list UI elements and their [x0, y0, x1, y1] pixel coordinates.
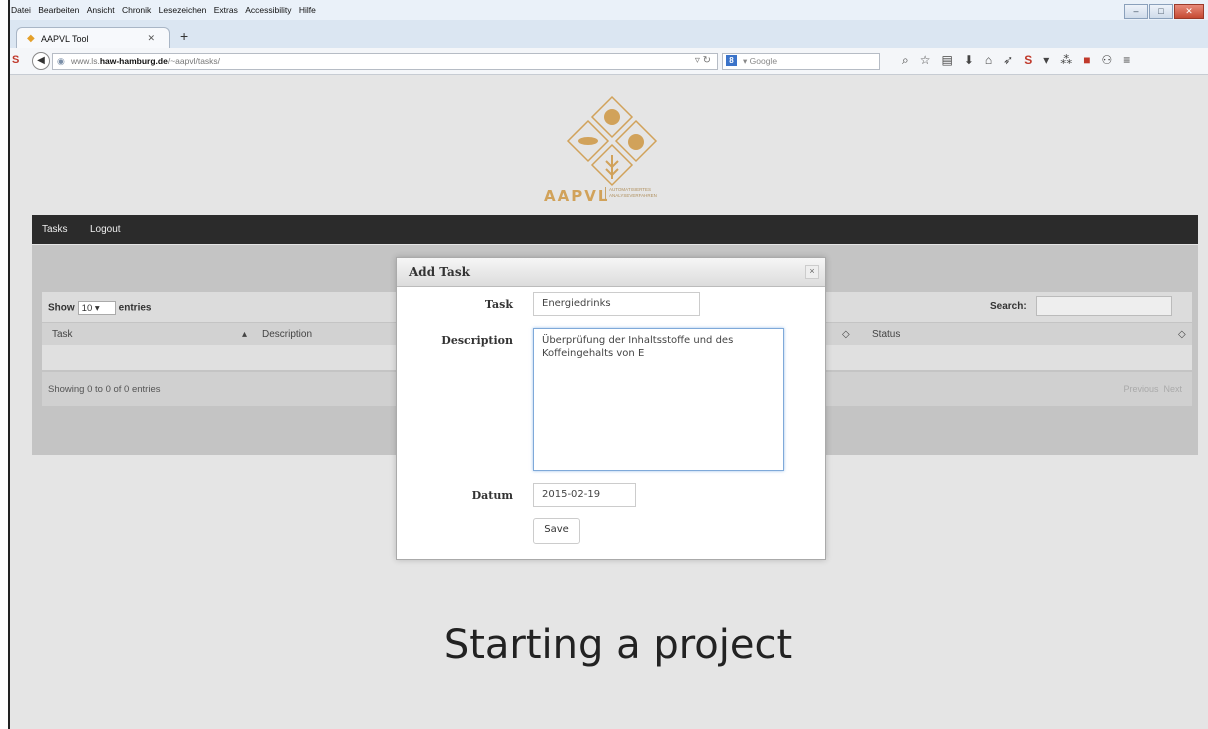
tab-close-icon[interactable]: ✕ [147, 33, 155, 44]
logo-subtitle: AUTOMATISIERTES ANALYSEVERFAHREN [605, 187, 679, 199]
google-icon: 8 [726, 55, 737, 66]
search-label: Search: [990, 301, 1027, 312]
tab-favicon-icon: ◆ [27, 33, 35, 44]
menu-bearbeiten[interactable]: Bearbeiten [35, 0, 81, 15]
left-border [0, 0, 10, 729]
window-controls: – □ ✕ [1124, 4, 1204, 19]
home-icon[interactable]: ⌂ [985, 53, 992, 68]
menu-ansicht[interactable]: Ansicht [84, 0, 117, 15]
logo-wordmark: AAPVL [544, 187, 610, 205]
menu-hilfe[interactable]: Hilfe [296, 0, 318, 15]
browser-search-box[interactable]: 8 ▾ Google [722, 53, 880, 70]
menu-lesezeichen[interactable]: Lesezeichen [156, 0, 209, 15]
datum-input[interactable]: 2015-02-19 [533, 483, 636, 507]
column-task[interactable]: Task [52, 329, 73, 340]
column-status[interactable]: Status [872, 329, 900, 340]
addon-s-red-icon[interactable]: S [1024, 53, 1032, 68]
maximize-icon[interactable]: □ [1149, 4, 1173, 19]
reading-list-icon[interactable]: ▤ [942, 53, 953, 68]
toolbar-icons: ⌕ ☆ ▤ ⬇ ⌂ ➶ S ▾ ⁂ ■ ⚇ ≡ [902, 53, 1130, 68]
table-search-input[interactable] [1036, 296, 1172, 316]
search-placeholder: ▾ Google [743, 56, 778, 66]
tab-title: AAPVL Tool [41, 34, 89, 44]
caption-text: Starting a project [443, 622, 793, 668]
browser-nav-bar: S ◀ ◉ www.ls.haw-hamburg.de/~aapvl/tasks… [8, 48, 1208, 75]
red-square-icon[interactable]: ■ [1083, 53, 1090, 68]
add-task-dialog: Add Task × Task Energiedrinks Descriptio… [396, 257, 826, 560]
task-label: Task [484, 298, 513, 311]
url-bar[interactable]: ◉ www.ls.haw-hamburg.de/~aapvl/tasks/ ▿ … [52, 53, 718, 70]
datum-label: Datum [471, 489, 513, 502]
search-icon[interactable]: ⌕ [902, 53, 909, 68]
back-arrow-icon[interactable]: ◀ [32, 52, 50, 70]
menu-extras[interactable]: Extras [211, 0, 240, 15]
entries-length: Show 10 ▾ entries [48, 301, 152, 315]
browser-menu-bar: Datei Bearbeiten Ansicht Chronik Lesezei… [8, 0, 1208, 20]
pagination: Previous Next [1123, 384, 1182, 394]
extension-icon[interactable]: ⁂ [1060, 53, 1072, 68]
nav-logout[interactable]: Logout [90, 224, 121, 235]
menu-chronik[interactable]: Chronik [119, 0, 153, 15]
browser-tab-bar: ◆ AAPVL Tool ✕ + [8, 20, 1208, 49]
bookmark-star-icon[interactable]: ☆ [920, 53, 931, 68]
dropdown-icon[interactable]: ▾ [1043, 53, 1049, 68]
task-input[interactable]: Energiedrinks [533, 292, 700, 316]
url-text: www.ls.haw-hamburg.de/~aapvl/tasks/ [71, 56, 221, 66]
table-info: Showing 0 to 0 of 0 entries [48, 384, 161, 395]
send-icon[interactable]: ➶ [1003, 53, 1013, 68]
nav-tasks[interactable]: Tasks [42, 224, 68, 235]
status-sort-icon: ◇ [1178, 329, 1186, 340]
description-label: Description [441, 334, 513, 347]
next-button[interactable]: Next [1163, 384, 1182, 394]
browser-tab[interactable]: ◆ AAPVL Tool ✕ [16, 27, 170, 49]
menu-datei[interactable]: Datei [8, 0, 33, 15]
close-window-icon[interactable]: ✕ [1174, 4, 1204, 19]
counter-badge-icon[interactable]: ⚇ [1102, 53, 1113, 68]
column-description[interactable]: Description [262, 329, 312, 340]
app-navbar: Tasks Logout [32, 215, 1198, 244]
entries-select[interactable]: 10 ▾ [77, 301, 116, 315]
previous-button[interactable]: Previous [1123, 384, 1158, 394]
addon-s-icon[interactable]: S [12, 54, 19, 66]
reload-icon[interactable]: ▿ ↻ [695, 55, 711, 66]
new-tab-icon[interactable]: + [180, 28, 188, 44]
dialog-header: Add Task × [397, 258, 825, 287]
menu-icon[interactable]: ≡ [1123, 53, 1130, 68]
sort-icon: ◇ [842, 329, 850, 340]
close-icon[interactable]: × [805, 265, 819, 279]
save-button[interactable]: Save [533, 518, 580, 544]
sort-asc-icon: ▴ [242, 329, 248, 340]
menu-accessibility[interactable]: Accessibility [242, 0, 293, 15]
description-textarea[interactable]: Überprüfung der Inhaltsstoffe und des Ko… [533, 328, 784, 471]
download-icon[interactable]: ⬇ [964, 53, 974, 68]
dialog-title: Add Task [409, 265, 470, 279]
globe-icon: ◉ [57, 56, 65, 66]
minimize-icon[interactable]: – [1124, 4, 1148, 19]
